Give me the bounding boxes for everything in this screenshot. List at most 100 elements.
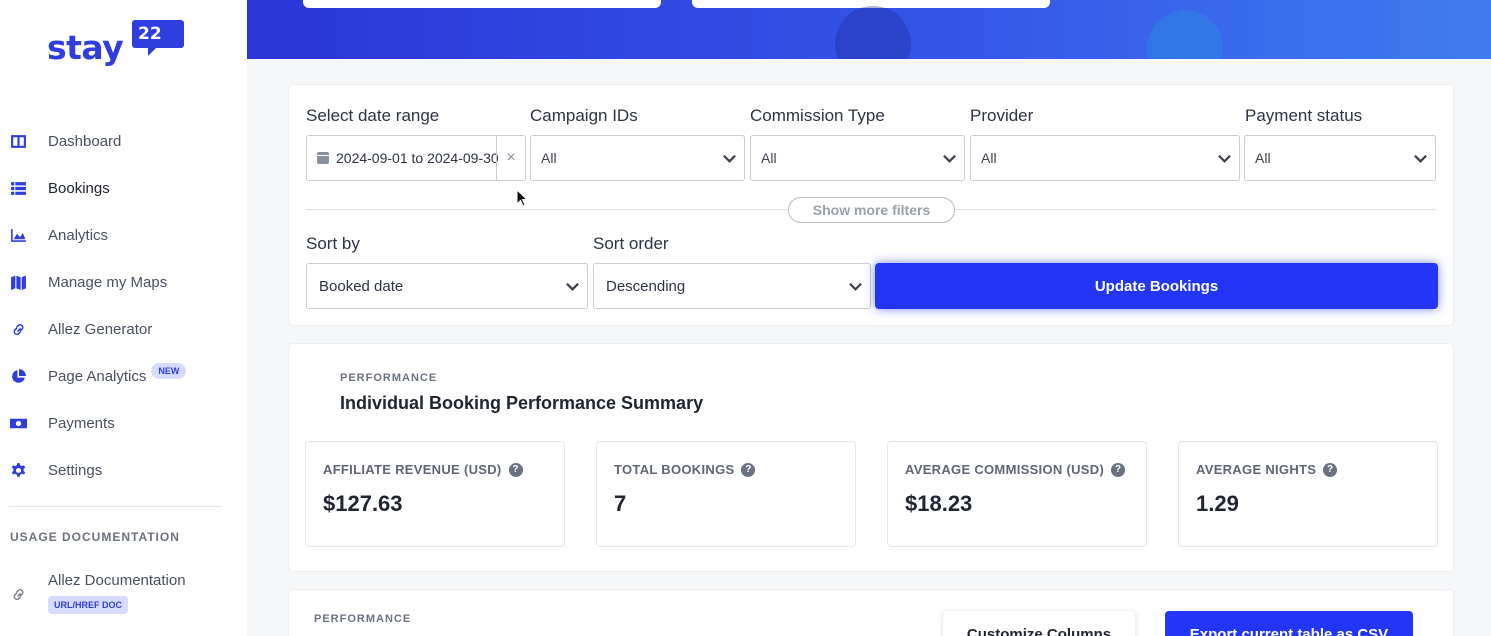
list-icon bbox=[9, 180, 27, 198]
card-label-wrap: AFFILIATE REVENUE (USD) ? bbox=[323, 462, 523, 477]
affiliate-revenue-card: AFFILIATE REVENUE (USD) ? $127.63 bbox=[305, 441, 565, 547]
sidebar-item-bookings[interactable]: Bookings bbox=[0, 165, 247, 212]
gear-icon bbox=[9, 462, 27, 480]
payment-status-select[interactable]: All bbox=[1244, 135, 1436, 181]
show-more-filters-button[interactable]: Show more filters bbox=[788, 197, 955, 223]
header-banner bbox=[247, 0, 1491, 59]
sidebar: stay 22 Dashboard Bookings Analytics Man… bbox=[0, 0, 247, 636]
sort-by-label: Sort by bbox=[306, 234, 360, 253]
commission-type-select[interactable]: All bbox=[750, 135, 965, 181]
sidebar-item-allez-documentation[interactable]: Allez Documentation URL/HREF DOC bbox=[9, 572, 186, 614]
card-value: 7 bbox=[614, 491, 627, 516]
card-value: $127.63 bbox=[323, 491, 403, 516]
section-eyebrow: PERFORMANCE bbox=[314, 613, 412, 625]
sidebar-item-label: Payments bbox=[48, 415, 115, 432]
dashboard-icon bbox=[9, 133, 27, 151]
link-icon bbox=[9, 585, 27, 603]
card-label: AVERAGE NIGHTS bbox=[1196, 462, 1317, 477]
sort-by-select[interactable]: Booked date bbox=[306, 263, 588, 309]
sort-order-value: Descending bbox=[606, 277, 686, 295]
card-label: AFFILIATE REVENUE (USD) bbox=[323, 462, 502, 477]
sidebar-item-dashboard[interactable]: Dashboard bbox=[0, 118, 247, 165]
pie-chart-icon bbox=[9, 368, 27, 386]
chevron-down-icon bbox=[848, 279, 863, 294]
sidebar-nav: Dashboard Bookings Analytics Manage my M… bbox=[0, 118, 247, 494]
doc-badge: URL/HREF DOC bbox=[48, 596, 128, 614]
help-icon[interactable]: ? bbox=[741, 462, 756, 477]
money-icon bbox=[9, 415, 27, 433]
provider-label: Provider bbox=[970, 106, 1034, 125]
sidebar-item-label: Settings bbox=[48, 462, 103, 479]
date-range-value: 2024-09-01 to 2024-09-30 bbox=[336, 150, 499, 166]
sidebar-item-label: Allez Generator bbox=[48, 321, 153, 338]
new-badge: NEW bbox=[151, 362, 187, 379]
payment-status-label: Payment status bbox=[1245, 106, 1363, 125]
section-eyebrow: PERFORMANCE bbox=[340, 372, 438, 384]
sidebar-item-label: Manage my Maps bbox=[48, 274, 168, 291]
sidebar-item-label: Page Analytics bbox=[48, 368, 147, 385]
location-pin-icon bbox=[835, 6, 911, 59]
card-value: $18.23 bbox=[905, 491, 973, 516]
provider-value: All bbox=[981, 150, 997, 166]
average-nights-card: AVERAGE NIGHTS ? 1.29 bbox=[1178, 441, 1438, 547]
chevron-down-icon bbox=[942, 151, 957, 166]
doc-item-label: Allez Documentation bbox=[48, 572, 186, 589]
help-icon[interactable]: ? bbox=[1323, 462, 1338, 477]
sidebar-item-label: Analytics bbox=[48, 227, 109, 244]
chevron-down-icon bbox=[722, 151, 737, 166]
date-range-input[interactable]: 2024-09-01 to 2024-09-30 × bbox=[306, 135, 526, 181]
performance-summary-panel: PERFORMANCE Individual Booking Performan… bbox=[288, 343, 1454, 572]
card-label: TOTAL BOOKINGS bbox=[614, 462, 735, 477]
sidebar-item-label: Bookings bbox=[48, 180, 110, 197]
sort-order-label: Sort order bbox=[593, 234, 669, 253]
card-label-wrap: AVERAGE NIGHTS ? bbox=[1196, 462, 1338, 477]
customize-columns-button[interactable]: Customize Columns bbox=[943, 611, 1135, 636]
sidebar-item-settings[interactable]: Settings bbox=[0, 447, 247, 494]
card-label-wrap: AVERAGE COMMISSION (USD) ? bbox=[905, 462, 1126, 477]
update-bookings-button[interactable]: Update Bookings bbox=[875, 263, 1438, 309]
link-icon bbox=[9, 321, 27, 339]
sidebar-item-label: Dashboard bbox=[48, 133, 122, 150]
area-chart-icon bbox=[9, 227, 27, 245]
commission-type-label: Commission Type bbox=[750, 106, 885, 125]
sidebar-item-analytics[interactable]: Analytics bbox=[0, 212, 247, 259]
map-icon bbox=[9, 274, 27, 292]
date-range-label: Select date range bbox=[306, 106, 440, 125]
card-label: AVERAGE COMMISSION (USD) bbox=[905, 462, 1105, 477]
average-commission-card: AVERAGE COMMISSION (USD) ? $18.23 bbox=[887, 441, 1147, 547]
map-icon bbox=[1147, 10, 1223, 59]
card-label-wrap: TOTAL BOOKINGS ? bbox=[614, 462, 756, 477]
card-value: 1.29 bbox=[1196, 491, 1239, 516]
performance-title: Individual Booking Performance Summary bbox=[340, 393, 704, 413]
export-csv-button[interactable]: Export current table as CSV bbox=[1165, 611, 1413, 636]
sidebar-item-payments[interactable]: Payments bbox=[0, 400, 247, 447]
payment-status-value: All bbox=[1255, 150, 1271, 166]
chevron-down-icon bbox=[1413, 151, 1428, 166]
logo-badge: 22 bbox=[132, 20, 184, 56]
help-icon[interactable]: ? bbox=[508, 462, 523, 477]
commission-type-value: All bbox=[761, 150, 777, 166]
campaign-ids-value: All bbox=[541, 150, 557, 166]
calendar-icon bbox=[317, 152, 329, 164]
stay22-logo[interactable]: stay 22 bbox=[47, 20, 184, 67]
chevron-down-icon bbox=[565, 279, 580, 294]
mouse-cursor-icon bbox=[516, 189, 528, 207]
sort-by-value: Booked date bbox=[319, 277, 404, 295]
campaign-ids-select[interactable]: All bbox=[530, 135, 745, 181]
provider-select[interactable]: All bbox=[970, 135, 1240, 181]
help-icon[interactable]: ? bbox=[1111, 462, 1126, 477]
sidebar-item-page-analytics[interactable]: Page Analytics NEW bbox=[0, 353, 247, 400]
banner-card-left bbox=[303, 0, 661, 8]
clear-date-icon[interactable]: × bbox=[496, 136, 525, 180]
sidebar-divider bbox=[9, 506, 222, 507]
bookings-table-panel: PERFORMANCE Customize Columns Export cur… bbox=[288, 589, 1454, 636]
logo-wordmark: stay bbox=[47, 28, 124, 67]
campaign-ids-label: Campaign IDs bbox=[530, 106, 638, 125]
chevron-down-icon bbox=[1217, 151, 1232, 166]
sort-order-select[interactable]: Descending bbox=[593, 263, 871, 309]
sidebar-item-allez-generator[interactable]: Allez Generator bbox=[0, 306, 247, 353]
usage-documentation-heading: USAGE DOCUMENTATION bbox=[10, 530, 180, 544]
total-bookings-card: TOTAL BOOKINGS ? 7 bbox=[596, 441, 856, 547]
sidebar-item-manage-maps[interactable]: Manage my Maps bbox=[0, 259, 247, 306]
filters-panel: Select date range Campaign IDs Commissio… bbox=[288, 84, 1454, 326]
